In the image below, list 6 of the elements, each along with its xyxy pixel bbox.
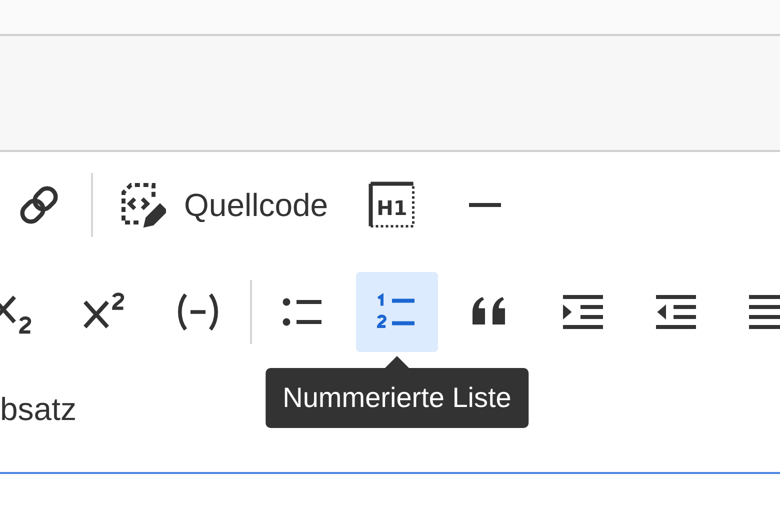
toolbar-button[interactable]: Quellcode: [104, 165, 340, 245]
tooltip-arrow: [385, 356, 409, 368]
heading-icon: H1: [367, 180, 418, 230]
paragraph-dropdown[interactable]: bsatz: [0, 391, 76, 428]
toolbar-button[interactable]: H1: [351, 165, 434, 245]
tooltip: Nummerierte Liste: [266, 368, 528, 428]
